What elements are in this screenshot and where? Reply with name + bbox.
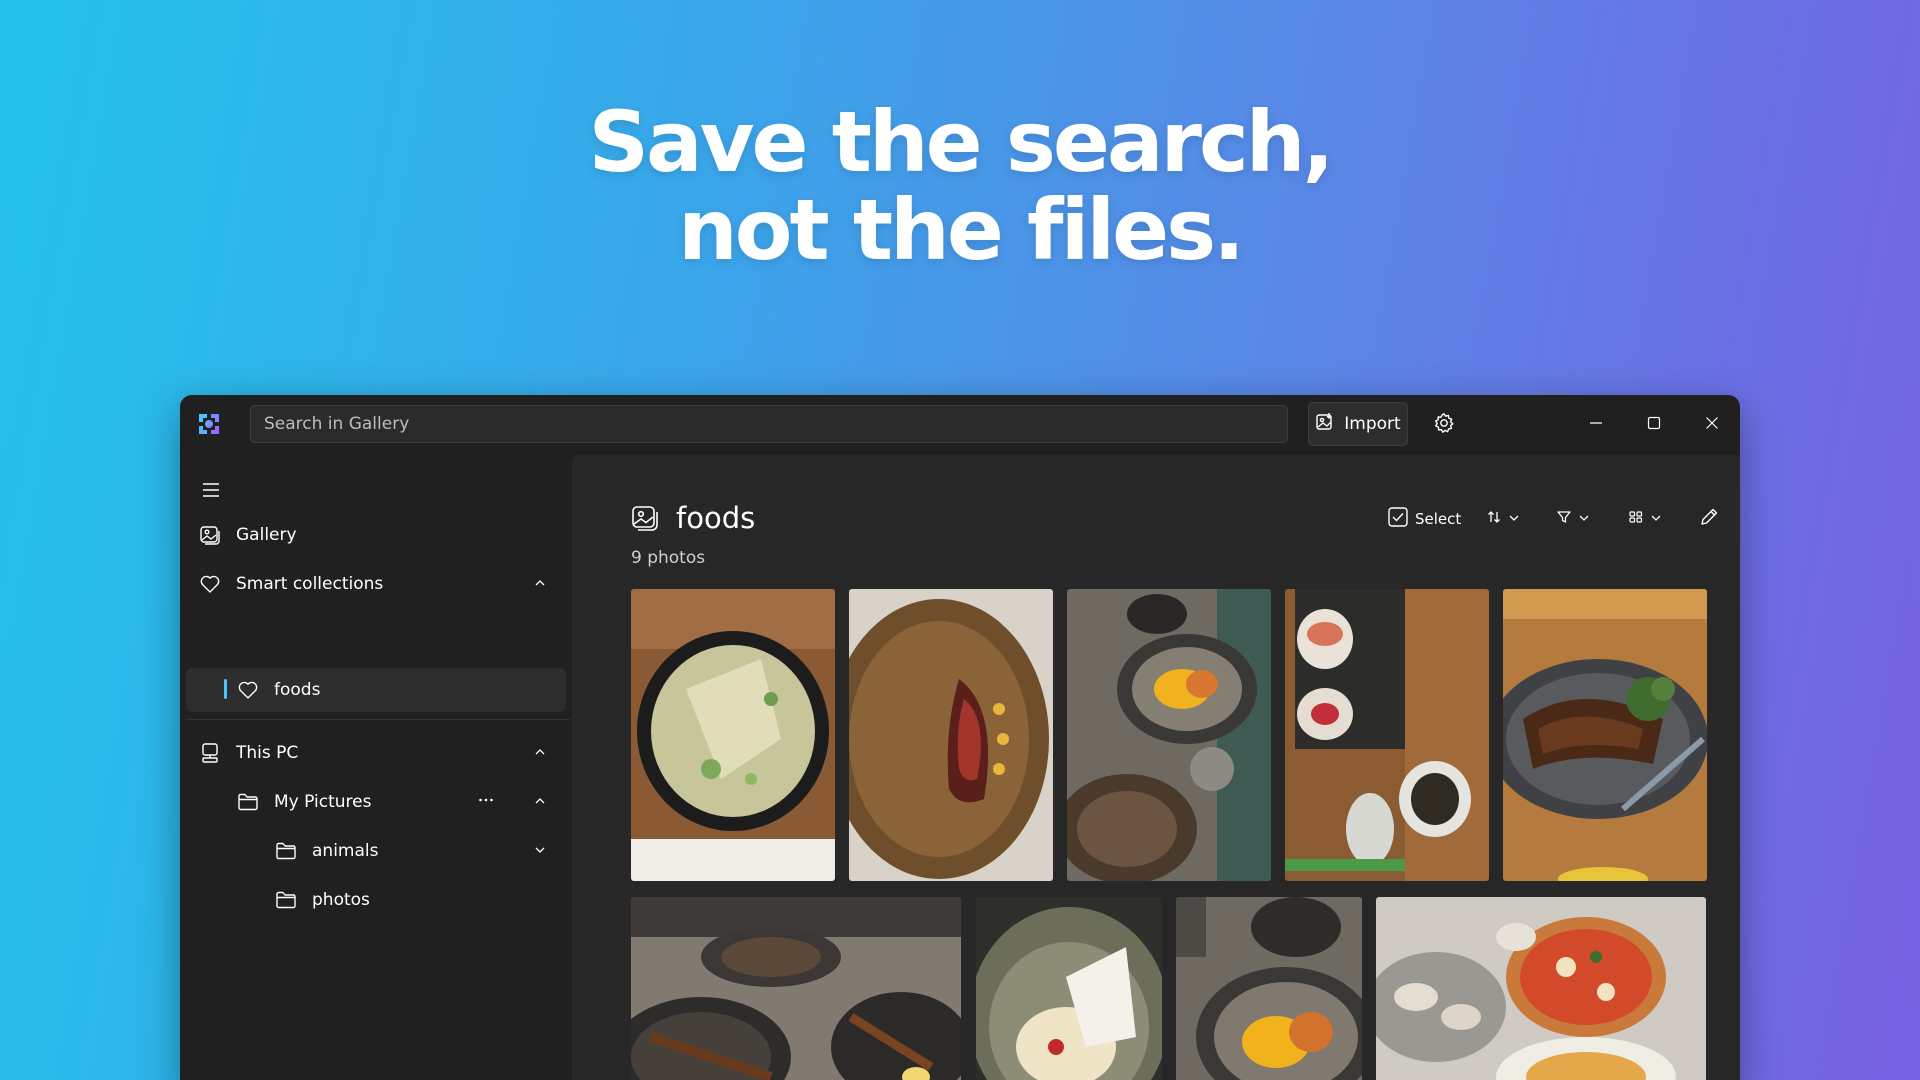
maximize-icon <box>1646 415 1662 435</box>
sidebar-item-foods[interactable]: foods <box>236 668 320 712</box>
select-label: Select <box>1415 510 1462 528</box>
photo-thumbnail-egg-plate-2[interactable] <box>1176 897 1362 1080</box>
chevron-up-icon <box>533 744 547 763</box>
headline-line-1: Save the search, <box>588 93 1335 191</box>
chevron-down-icon <box>1508 510 1520 528</box>
chevron-down-icon <box>1578 510 1590 528</box>
my-pictures-collapse-button[interactable] <box>530 792 550 812</box>
menu-button[interactable] <box>196 475 226 505</box>
chevron-down-icon <box>1650 510 1662 528</box>
import-button[interactable]: Import <box>1308 402 1408 446</box>
photo-thumbnail-grilled-meat[interactable] <box>1503 589 1707 881</box>
sidebar-item-smart-collections[interactable]: Smart collections <box>198 562 383 606</box>
sidebar-item-label: foods <box>274 680 321 700</box>
smart-collections-collapse-button[interactable] <box>530 574 550 594</box>
gear-icon <box>1433 412 1455 438</box>
sidebar-item-animals[interactable]: animals <box>274 829 378 873</box>
heart-icon <box>236 678 260 702</box>
photo-thumbnail-soup[interactable] <box>631 589 835 881</box>
sidebar-item-label: My Pictures <box>274 792 372 812</box>
pencil-icon <box>1698 506 1720 532</box>
maximize-button[interactable] <box>1634 405 1674 445</box>
collection-photo-icon <box>630 503 660 533</box>
app-logo-icon <box>196 411 222 437</box>
my-pictures-more-button[interactable] <box>476 792 496 812</box>
sidebar-item-label: animals <box>312 841 379 861</box>
minimize-button[interactable] <box>1576 405 1616 445</box>
sidebar-item-label: Smart collections <box>236 574 384 594</box>
sort-button[interactable] <box>1486 501 1520 537</box>
selection-indicator <box>224 679 227 699</box>
gallery-window: Import <box>180 395 1740 1080</box>
sidebar-divider <box>186 719 570 720</box>
animals-expand-button[interactable] <box>530 841 550 861</box>
headline: Save the search, not the files. <box>0 98 1920 274</box>
select-button[interactable]: Select <box>1387 501 1461 537</box>
chevron-up-icon <box>533 575 547 594</box>
close-icon <box>1704 415 1720 435</box>
sidebar-item-my-pictures[interactable]: My Pictures <box>236 780 371 824</box>
view-layout-button[interactable] <box>1628 501 1662 537</box>
import-icon <box>1315 412 1335 437</box>
heart-icon <box>198 572 222 596</box>
more-dots-icon <box>477 791 495 813</box>
main-content: foods 9 photos Select <box>572 455 1740 1080</box>
edit-button[interactable] <box>1698 501 1720 537</box>
chevron-up-icon <box>533 793 547 812</box>
photo-thumbnail-onigiri[interactable] <box>1285 589 1489 881</box>
checkbox-icon <box>1387 506 1409 532</box>
import-label: Import <box>1344 414 1401 434</box>
chevron-down-icon <box>533 842 547 861</box>
page-title: foods <box>676 501 756 535</box>
sidebar-item-photos[interactable]: photos <box>274 878 370 922</box>
this-pc-collapse-button[interactable] <box>530 743 550 763</box>
sidebar: Gallery Smart collections foods This PC … <box>180 455 570 1080</box>
search-input[interactable] <box>250 405 1288 443</box>
sort-icon <box>1486 509 1502 529</box>
sidebar-item-this-pc[interactable]: This PC <box>198 731 298 775</box>
close-button[interactable] <box>1692 405 1732 445</box>
sidebar-item-gallery[interactable]: Gallery <box>198 513 297 557</box>
folder-icon <box>274 888 298 912</box>
photo-count: 9 photos <box>631 548 706 568</box>
photo-thumbnail-skewers[interactable] <box>631 897 961 1080</box>
photo-thumbnail-dessert[interactable] <box>976 897 1162 1080</box>
hamburger-icon <box>196 483 226 509</box>
photo-thumbnail-pizza[interactable] <box>1376 897 1706 1080</box>
headline-line-2: not the files. <box>677 181 1245 279</box>
sidebar-item-label: photos <box>312 890 370 910</box>
folder-icon <box>236 790 260 814</box>
computer-icon <box>198 741 222 765</box>
settings-button[interactable] <box>1426 407 1462 443</box>
photo-thumbnail-egg-plate[interactable] <box>1067 589 1271 881</box>
grid-view-icon <box>1628 509 1644 529</box>
sidebar-item-label: This PC <box>236 743 299 763</box>
minimize-icon <box>1588 415 1604 435</box>
filter-icon <box>1556 509 1572 529</box>
title-bar: Import <box>180 395 1740 455</box>
folder-icon <box>274 839 298 863</box>
filter-button[interactable] <box>1556 501 1590 537</box>
sidebar-item-label: Gallery <box>236 525 297 545</box>
photo-thumbnail-steak[interactable] <box>849 589 1053 881</box>
gallery-icon <box>198 523 222 547</box>
